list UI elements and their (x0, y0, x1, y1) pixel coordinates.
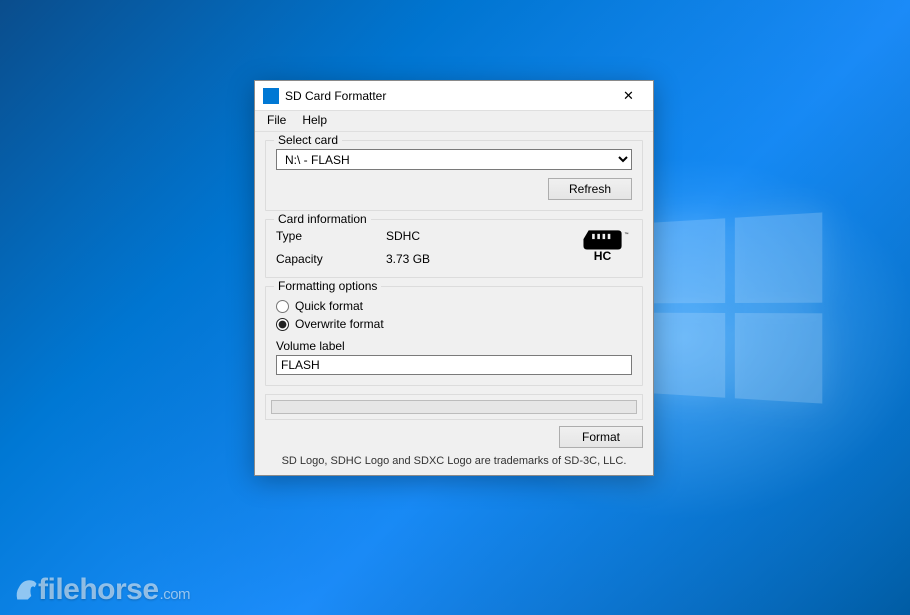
trademark-text: SD Logo, SDHC Logo and SDXC Logo are tra… (265, 452, 643, 469)
svg-text:™: ™ (624, 232, 628, 237)
overwrite-format-radio[interactable] (276, 318, 289, 331)
capacity-label: Capacity (276, 252, 386, 266)
app-window: SD Card Formatter ✕ File Help Select car… (254, 80, 654, 476)
quick-format-label: Quick format (295, 299, 363, 313)
formatting-options-group: Formatting options Quick format Overwrit… (265, 286, 643, 386)
type-value: SDHC (386, 229, 552, 243)
menu-file[interactable]: File (259, 111, 294, 131)
close-icon: ✕ (623, 88, 634, 104)
svg-text:HC: HC (594, 249, 612, 263)
card-info-label: Card information (274, 212, 371, 226)
volume-label-caption: Volume label (276, 339, 632, 353)
card-info-group: Card information Type SDHC ™ HC Capacity (265, 219, 643, 278)
overwrite-format-label: Overwrite format (295, 317, 384, 331)
sdhc-logo-icon: ™ HC (580, 228, 632, 267)
capacity-value: 3.73 GB (386, 252, 552, 266)
window-body: Select card N:\ - FLASH Refresh Card inf… (255, 132, 653, 475)
quick-format-option[interactable]: Quick format (276, 299, 632, 313)
select-card-group: Select card N:\ - FLASH Refresh (265, 140, 643, 211)
progress-group (265, 394, 643, 420)
progress-bar (271, 400, 637, 414)
overwrite-format-option[interactable]: Overwrite format (276, 317, 632, 331)
card-select-dropdown[interactable]: N:\ - FLASH (276, 149, 632, 170)
format-button[interactable]: Format (559, 426, 643, 448)
titlebar[interactable]: SD Card Formatter ✕ (255, 81, 653, 111)
close-button[interactable]: ✕ (606, 81, 651, 110)
watermark-suffix: .com (160, 586, 191, 603)
menubar: File Help (255, 111, 653, 132)
windows-logo (648, 212, 822, 403)
refresh-button[interactable]: Refresh (548, 178, 632, 200)
window-title: SD Card Formatter (285, 89, 606, 103)
app-icon (263, 88, 279, 104)
watermark-text: filehorse (38, 573, 159, 606)
horse-icon (12, 575, 40, 603)
menu-help[interactable]: Help (294, 111, 335, 131)
volume-label-input[interactable] (276, 355, 632, 375)
formatting-options-label: Formatting options (274, 279, 381, 293)
quick-format-radio[interactable] (276, 300, 289, 313)
type-label: Type (276, 229, 386, 243)
select-card-label: Select card (274, 133, 342, 147)
filehorse-watermark: filehorse.com (12, 573, 190, 607)
